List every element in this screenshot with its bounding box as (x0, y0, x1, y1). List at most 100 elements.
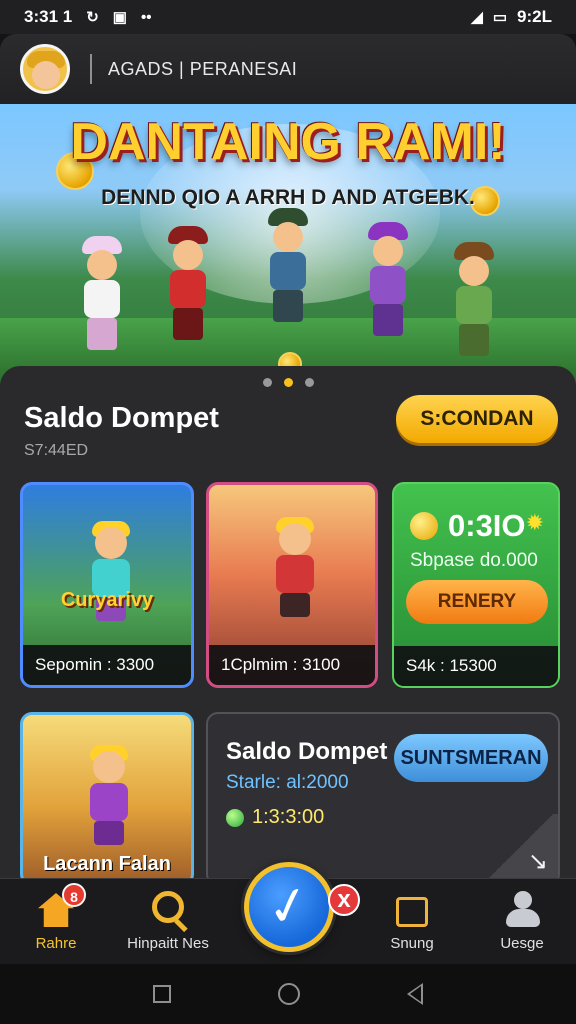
home-system-icon[interactable] (277, 983, 300, 1005)
status-right-time: 9:2L (517, 7, 552, 26)
hero-body (84, 280, 120, 318)
recent-apps-icon[interactable] (153, 985, 172, 1003)
wallet-card-time: 1:3:3:00 (226, 806, 324, 829)
banner-subtitle: DENND QIO A ARRH D AND ATGEBK. (101, 186, 475, 209)
wallet-title: Saldo Dompet (24, 402, 219, 434)
hero-head (87, 250, 117, 280)
hero-legs (173, 308, 203, 340)
hero-body (270, 252, 306, 290)
status-time: 3:31 1 (24, 7, 73, 26)
hero-character (74, 236, 130, 356)
status-dot-icon (226, 808, 244, 827)
hero-head (373, 236, 403, 266)
avatar[interactable] (20, 44, 70, 94)
wallet-card-time-value: 1:3:3:00 (252, 806, 325, 828)
nav-item-calendar[interactable]: Snung (364, 889, 460, 952)
hero-body (456, 286, 492, 324)
hero-character (446, 242, 502, 362)
image-icon: ▣ (112, 8, 127, 26)
promo-banner[interactable]: DANTAING RAMI! DENND QIO A ARRH D AND AT… (0, 104, 576, 386)
nav-item-home[interactable]: 8 Rahre (8, 883, 104, 952)
search-ring (152, 891, 184, 923)
hero-character (360, 222, 416, 342)
game-card[interactable]: Curyarivy Sepomin : 3300 (20, 482, 194, 688)
nav-item-user[interactable]: Uesge (474, 889, 570, 952)
hero-body (170, 270, 206, 308)
calendar-box (396, 897, 428, 927)
nav-label: Uesge (500, 935, 544, 952)
status-bar: 3:31 1 ↻ ▣ •• ◢ ▭ 9:2L (0, 0, 576, 34)
hero-legs (273, 290, 303, 322)
timer: 0:3IO (410, 508, 526, 544)
hero-legs (87, 318, 117, 350)
home-icon: 8 (36, 883, 86, 929)
wallet-card-amount: Starle: al:2000 (226, 772, 349, 793)
hero-legs (373, 304, 403, 336)
back-icon[interactable] (406, 983, 423, 1005)
calendar-icon (392, 889, 432, 929)
sparkle-icon: ✹ (525, 510, 544, 535)
card-label: S4k : 15300 (394, 646, 558, 686)
carousel-dots (0, 378, 576, 387)
sync-icon: ↻ (86, 8, 99, 26)
wifi-icon: ◢ (471, 8, 483, 26)
card-caption: Curyarivy (60, 589, 154, 611)
search-handle (174, 918, 188, 933)
hero-head (279, 523, 311, 555)
nav-label: Snung (390, 935, 434, 952)
wallet-card-title: Saldo Dompet (226, 738, 388, 765)
nav-item-search[interactable]: Hinpaitt Nes (120, 889, 216, 952)
coin-icon (410, 512, 438, 540)
check-icon: ✓ (261, 874, 317, 940)
hero-head (459, 256, 489, 286)
user-icon (502, 889, 542, 929)
hero-head (273, 222, 303, 252)
hero-head (93, 751, 125, 783)
collect-button[interactable]: S:CONDAN (396, 395, 558, 443)
avatar-face (32, 61, 60, 89)
card-hero (267, 513, 323, 617)
card-label: Sepomin : 3300 (23, 645, 191, 685)
card-label: 1Cplmim : 3100 (209, 645, 375, 685)
wallet-panel: Saldo Dompet S7:44ED S:CONDAN Curyarivy … (0, 366, 576, 886)
nav-label: Rahre (35, 935, 77, 952)
carousel-dot-active[interactable] (283, 378, 293, 387)
app-title: AGADS | PERANESAI (108, 58, 298, 79)
hero-legs (94, 821, 124, 845)
hero-character (260, 208, 316, 328)
search-icon (148, 889, 188, 933)
carousel-dot[interactable] (262, 378, 272, 387)
user-head (514, 891, 532, 909)
hero-head (95, 527, 127, 559)
close-icon[interactable]: x (328, 884, 360, 916)
renew-button[interactable]: RENERY (406, 580, 548, 624)
card-caption: Lacann Falan (43, 853, 171, 875)
reward-text: Sbpase do.000 (410, 550, 538, 571)
hero-character (160, 226, 216, 346)
submit-button[interactable]: SUNTSMERAN (394, 734, 548, 782)
timer-card[interactable]: 0:3IO ✹ Sbpase do.000 RENERY S4k : 15300 (392, 482, 560, 688)
game-card[interactable]: 1Cplmim : 3100 (206, 482, 378, 688)
hero-body (276, 555, 314, 593)
hero-body (90, 783, 128, 821)
app-header: AGADS | PERANESAI (0, 34, 576, 104)
game-card[interactable]: Lacann Falan (20, 712, 194, 886)
carousel-dot[interactable] (304, 378, 314, 387)
banner-title: DANTAING RAMI! (70, 113, 506, 171)
card-hero (81, 741, 137, 845)
hero-legs (459, 324, 489, 356)
nav-label: Hinpaitt Nes (127, 935, 209, 952)
center-action-button[interactable]: ✓ (244, 862, 334, 952)
battery-icon: ▭ (492, 8, 508, 26)
hero-head (173, 240, 203, 270)
system-navigation (0, 964, 576, 1024)
hero-body (370, 266, 406, 304)
status-left: 3:31 1 ↻ ▣ •• (24, 7, 151, 27)
wallet-card[interactable]: Saldo Dompet Starle: al:2000 1:3:3:00 SU… (206, 712, 560, 886)
user-body (506, 909, 540, 927)
notification-badge: 8 (62, 883, 86, 907)
hero-legs (280, 593, 310, 617)
expand-icon[interactable]: ↘ (528, 847, 548, 876)
wallet-subtitle: S7:44ED (24, 442, 89, 459)
more-icon: •• (140, 8, 152, 26)
